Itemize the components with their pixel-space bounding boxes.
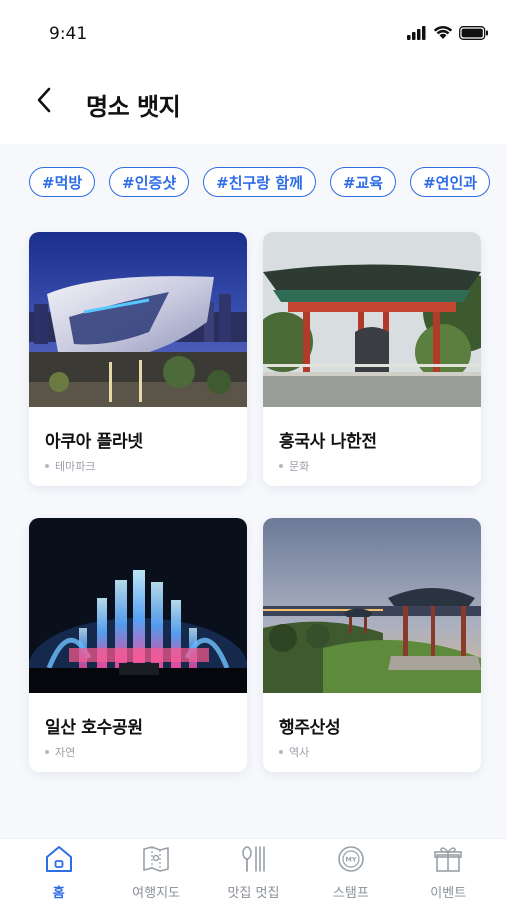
card-category: 테마파크 <box>45 458 247 474</box>
card-category-label: 역사 <box>289 746 310 759</box>
nav-item-stamp[interactable]: MY 스탬프 <box>306 845 396 900</box>
home-icon <box>44 845 74 877</box>
card-category-label: 문화 <box>289 460 310 473</box>
tag-chip[interactable]: #교육 <box>329 167 397 197</box>
card-title: 흥국사 나한전 <box>279 432 377 452</box>
utensils-icon <box>238 845 268 877</box>
card-category: 문화 <box>279 458 481 474</box>
gift-icon <box>433 845 463 877</box>
badge-grid: 아쿠아 플라넷 테마파크 흥국사 나한전 문화 일산 호수공원 자연 행주산성 … <box>29 232 481 772</box>
map-icon <box>141 845 171 877</box>
nav-item-event[interactable]: 이벤트 <box>403 845 493 900</box>
svg-text:MY: MY <box>345 856 356 864</box>
back-button[interactable] <box>30 87 58 117</box>
nav-item-restaurants[interactable]: 맛집 멋집 <box>208 845 298 900</box>
card-title: 행주산성 <box>279 718 341 738</box>
card-title: 일산 호수공원 <box>45 718 143 738</box>
status-icons <box>407 25 489 44</box>
card-image <box>29 518 247 693</box>
battery-icon <box>459 25 489 44</box>
nav-item-map[interactable]: 여행지도 <box>111 845 201 900</box>
nav-label: 스탬프 <box>332 886 369 900</box>
tag-chip[interactable]: #연인과 <box>410 167 491 197</box>
nav-label: 홈 <box>52 886 65 900</box>
card-image <box>263 232 481 407</box>
tag-chip[interactable]: #인증샷 <box>109 167 190 197</box>
page-title: 명소 뱃지 <box>86 93 181 121</box>
wifi-icon <box>433 25 453 44</box>
bullet-dot <box>45 750 49 754</box>
bottom-nav: 홈 여행지도 맛집 멋집 MY 스탬프 이벤트 <box>0 838 507 900</box>
nav-label: 이벤트 <box>430 886 467 900</box>
card-category: 자연 <box>45 744 247 760</box>
tag-chip[interactable]: #먹방 <box>29 167 96 197</box>
badge-card[interactable]: 일산 호수공원 자연 <box>29 518 247 772</box>
card-category: 역사 <box>279 744 481 760</box>
content-area: #먹방 #인증샷 #친구랑 함께 #교육 #연인과 아쿠아 플라넷 테마파크 흥… <box>0 144 507 838</box>
card-category-label: 테마파크 <box>55 460 96 473</box>
badge-card[interactable]: 흥국사 나한전 문화 <box>263 232 481 486</box>
status-time: 9:41 <box>49 24 88 44</box>
badge-card[interactable]: 행주산성 역사 <box>263 518 481 772</box>
tag-chip[interactable]: #친구랑 함께 <box>203 167 316 197</box>
status-bar: 9:41 <box>0 0 507 60</box>
bullet-dot <box>279 750 283 754</box>
nav-item-home[interactable]: 홈 <box>14 845 104 900</box>
stamp-icon: MY <box>336 845 366 877</box>
card-category-label: 자연 <box>55 746 76 759</box>
nav-label: 여행지도 <box>132 886 180 900</box>
card-image <box>263 518 481 693</box>
tag-filter-row: #먹방 #인증샷 #친구랑 함께 #교육 #연인과 <box>29 167 491 197</box>
card-image <box>29 232 247 407</box>
signal-icon <box>407 25 427 44</box>
bullet-dot <box>45 464 49 468</box>
chevron-left-icon <box>36 87 52 117</box>
card-title: 아쿠아 플라넷 <box>45 432 143 452</box>
badge-card[interactable]: 아쿠아 플라넷 테마파크 <box>29 232 247 486</box>
bullet-dot <box>279 464 283 468</box>
nav-label: 맛집 멋집 <box>227 886 280 900</box>
header: 명소 뱃지 <box>0 60 507 144</box>
